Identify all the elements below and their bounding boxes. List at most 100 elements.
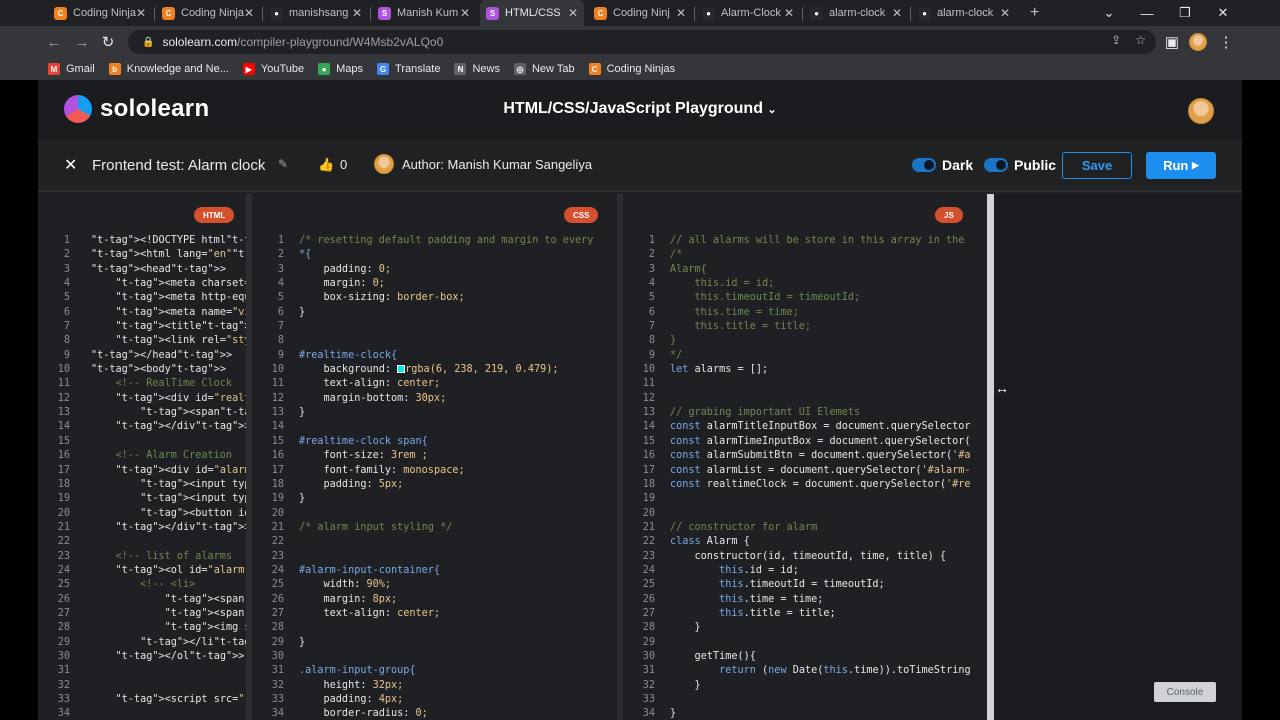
url-path: /compiler-playground/W4Msb2vALQo0 [237, 35, 444, 49]
html-code[interactable]: "t-tag"><!DOCTYPE html"t-tag">> "t-tag">… [91, 234, 246, 720]
maximize-icon[interactable]: ❐ [1166, 0, 1204, 26]
public-switch[interactable] [984, 158, 1008, 172]
bookmark-label: Translate [395, 63, 441, 75]
bookmark-icon: M [48, 63, 60, 75]
coding-ninjas-icon: C [54, 6, 67, 20]
menu-icon[interactable]: ⋮ [1216, 32, 1236, 52]
bookmark-star-icon[interactable]: ☆ [1135, 33, 1146, 47]
tab-close-icon[interactable]: ✕ [568, 6, 578, 20]
tab-5[interactable]: S HTML/CSS ✕ [480, 0, 584, 26]
bookmark-1[interactable]: M Gmail [48, 63, 95, 75]
bookmark-8[interactable]: C Coding Ninjas [588, 63, 675, 75]
bookmark-7[interactable]: ◎ New Tab [513, 63, 575, 75]
share-icon[interactable]: ⇪ [1111, 33, 1121, 47]
side-panel-icon[interactable]: ▣ [1162, 32, 1182, 52]
code-line: .alarm-input-group{ [299, 665, 416, 677]
js-editor[interactable]: JS 1 2 3 4 5 6 7 8 9 10 11 12 13 14 15 1… [623, 194, 987, 720]
close-icon[interactable]: ✕ [64, 155, 77, 175]
tab-close-icon[interactable]: ✕ [784, 6, 794, 20]
code-line: margin: 0; [299, 278, 385, 290]
code-line: "t-tag"></div [115, 421, 196, 433]
forward-icon[interactable]: → [72, 32, 92, 52]
code-line: this.id = id; [719, 564, 799, 576]
bookmark-2[interactable]: b Knowledge and Ne... [108, 63, 229, 75]
tab-title: alarm-clock [829, 7, 886, 19]
code-line: constructor(id, timeoutId, time, title) … [670, 550, 947, 562]
address-bar: ← → ↻ 🔒 sololearn.com/compiler-playgroun… [0, 26, 1280, 58]
author-avatar[interactable] [374, 154, 394, 174]
console-button[interactable]: Console [1154, 682, 1216, 702]
url-input[interactable]: 🔒 sololearn.com/compiler-playground/W4Ms… [128, 30, 1156, 54]
edit-pencil-icon[interactable]: ✎ [278, 157, 288, 171]
tab-6[interactable]: C Coding Ninj ✕ [588, 0, 692, 26]
bookmark-icon: ● [318, 63, 331, 75]
tab-close-icon[interactable]: ✕ [244, 6, 254, 20]
reload-icon[interactable]: ↻ [98, 32, 118, 52]
github-icon: ● [702, 6, 715, 20]
tab-close-icon[interactable]: ✕ [352, 6, 362, 20]
tab-close-icon[interactable]: ✕ [1000, 6, 1010, 20]
minimize-icon[interactable]: — [1128, 0, 1166, 26]
css-line-numbers: 1 2 3 4 5 6 7 8 9 10 11 12 13 14 15 16 1… [271, 235, 284, 720]
code-line: height: 32px; [299, 679, 404, 691]
code-line: this.timeoutId = timeoutId; [670, 292, 861, 304]
js-line-numbers: 1 2 3 4 5 6 7 8 9 10 11 12 13 14 15 16 1… [642, 235, 655, 720]
back-icon[interactable]: ← [44, 32, 64, 52]
tab-4[interactable]: S Manish Kum ✕ [372, 0, 476, 26]
tab-1[interactable]: C Coding Ninja ✕ [48, 0, 152, 26]
code-line: */ [670, 349, 683, 361]
dark-switch[interactable] [912, 158, 936, 172]
playground-title[interactable]: HTML/CSS/JavaScript Playground ⌄ [38, 100, 1242, 118]
code-line: } [670, 622, 701, 634]
sololearn-page: sololearn HTML/CSS/JavaScript Playground… [38, 80, 1242, 720]
github-icon: ● [810, 6, 823, 20]
save-button[interactable]: Save [1062, 152, 1132, 179]
dark-toggle[interactable]: Dark [912, 157, 973, 173]
tab-close-icon[interactable]: ✕ [676, 6, 686, 20]
user-avatar[interactable] [1188, 98, 1214, 124]
tab-8[interactable]: ● alarm-clock ✕ [804, 0, 908, 26]
tab-title: Coding Ninj [613, 7, 670, 19]
thumbs-up-icon[interactable]: 👍 [318, 157, 334, 173]
code-line: this.id = id; [670, 278, 775, 290]
html-editor[interactable]: HTML 1 2 3 4 5 6 7 8 9 10 11 12 13 14 15… [38, 194, 246, 720]
bookmark-label: Knowledge and Ne... [126, 63, 229, 75]
tab-7[interactable]: ● Alarm-Clock ✕ [696, 0, 800, 26]
code-line: "t-tag"><div [115, 464, 190, 476]
sololearn-icon: S [486, 6, 499, 20]
code-line: "t-tag"></li [140, 636, 214, 648]
code-line: "t-tag"><ol [115, 564, 184, 576]
tab-search-icon[interactable]: ⌄ [1090, 0, 1128, 26]
bookmark-5[interactable]: G Translate [377, 63, 440, 75]
public-toggle[interactable]: Public [984, 157, 1056, 173]
run-button[interactable]: Run ▶ [1146, 152, 1216, 179]
tab-close-icon[interactable]: ✕ [136, 6, 146, 20]
bookmark-6[interactable]: N News [454, 63, 500, 75]
css-badge: CSS [564, 207, 599, 223]
tab-9[interactable]: ● alarm-clock ✕ [912, 0, 1016, 26]
bookmark-label: News [472, 63, 500, 75]
browser-window: C Coding Ninja ✕ C Coding Ninja ✕ ● manishsang ✕… [0, 0, 1280, 720]
tab-3[interactable]: ● manishsang ✕ [264, 0, 368, 26]
code-line: getTime(){ [670, 650, 756, 662]
code-line: background: rgba(6, 238, 219, 0.479); [299, 364, 559, 376]
css-editor[interactable]: CSS 1 2 3 4 5 6 7 8 9 10 11 12 13 14 15 … [252, 194, 617, 720]
tab-close-icon[interactable]: ✕ [892, 6, 902, 20]
tab-2[interactable]: C Coding Ninja ✕ [156, 0, 260, 26]
bookmark-3[interactable]: ▶ YouTube [242, 63, 304, 75]
css-code[interactable]: /* resetting default padding and margin … [299, 234, 593, 720]
js-code[interactable]: // all alarms will be store in this arra… [670, 234, 971, 720]
code-line: Alarm{ [670, 263, 707, 275]
code-line: <!-- <li> [91, 579, 196, 591]
close-window-icon[interactable]: ✕ [1204, 0, 1242, 26]
new-tab-button[interactable]: + [1024, 0, 1048, 26]
tab-close-icon[interactable]: ✕ [460, 6, 470, 20]
tab-separator [370, 7, 371, 21]
js-output-resizer[interactable] [987, 194, 994, 720]
github-icon: ● [918, 6, 931, 20]
bookmark-4[interactable]: ● Maps [318, 63, 363, 75]
code-line: padding: 5px; [299, 478, 404, 490]
code-line: "t-tag"><link [115, 335, 196, 347]
profile-avatar[interactable] [1188, 32, 1208, 52]
